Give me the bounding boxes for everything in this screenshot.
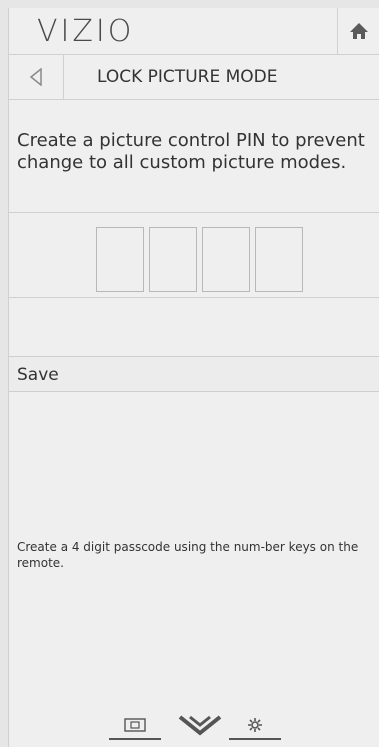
gear-icon [248, 718, 262, 732]
pin-digit-1[interactable] [96, 227, 144, 292]
home-icon [350, 23, 368, 39]
pin-digit-2[interactable] [149, 227, 197, 292]
help-text: Create a 4 digit passcode using the num-… [17, 540, 359, 570]
header: VIZIO [9, 8, 379, 55]
vizio-logo: VIZIO [37, 14, 135, 49]
input-icon [124, 718, 146, 732]
settings-underline [229, 738, 281, 740]
bottom-nav [109, 710, 281, 740]
description-text: Create a picture control PIN to prevent … [17, 130, 365, 173]
save-label: Save [17, 365, 59, 385]
settings-panel: VIZIO LOCK PICTURE MODE Create a picture… [8, 8, 379, 747]
pin-entry[interactable] [96, 227, 303, 292]
divider [9, 297, 379, 298]
page-title: LOCK PICTURE MODE [97, 67, 278, 87]
save-button[interactable]: Save [9, 356, 379, 392]
home-button[interactable] [337, 8, 379, 54]
settings-button[interactable] [229, 710, 281, 740]
divider [9, 212, 379, 213]
input-button[interactable] [109, 710, 161, 740]
title-bar: LOCK PICTURE MODE [9, 55, 379, 100]
back-button[interactable] [9, 55, 64, 99]
input-underline [109, 738, 161, 740]
back-triangle-icon [29, 68, 42, 86]
vizio-menu-button[interactable] [175, 710, 225, 740]
pin-digit-4[interactable] [255, 227, 303, 292]
vizio-chevron-icon [178, 715, 222, 736]
pin-digit-3[interactable] [202, 227, 250, 292]
